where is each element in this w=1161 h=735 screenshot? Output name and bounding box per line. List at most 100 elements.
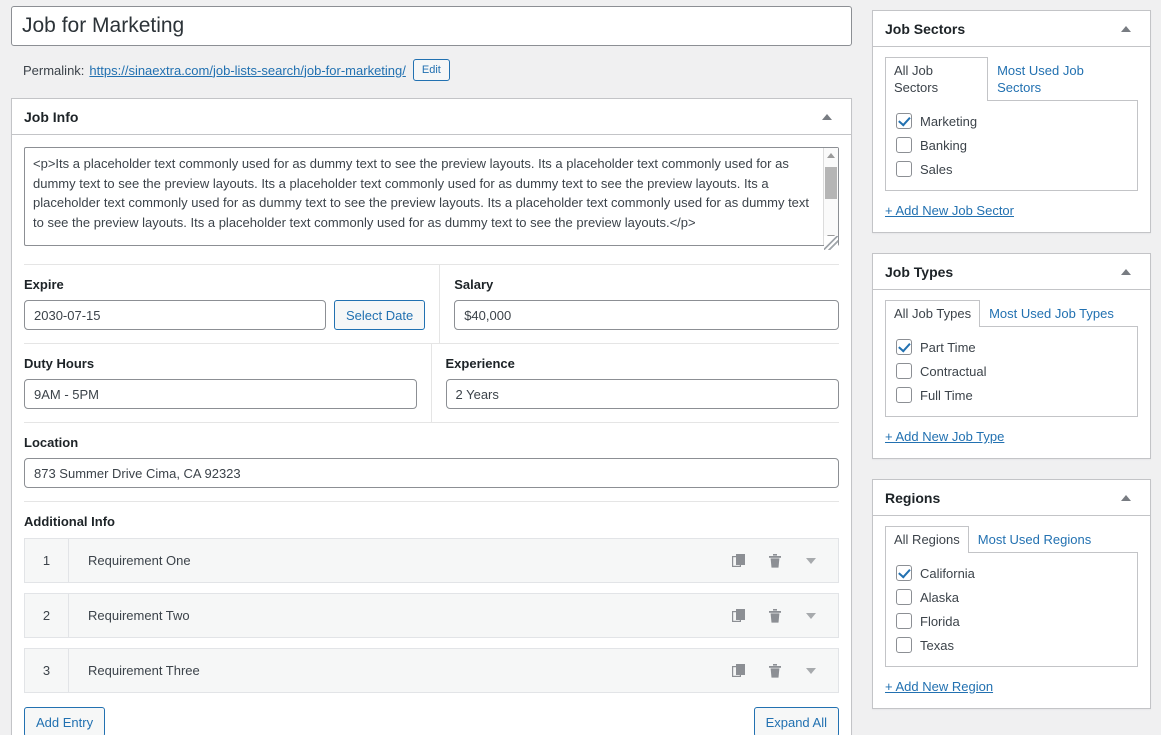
row-label: Requirement One xyxy=(88,553,191,568)
field-row-duty-experience: Duty Hours Experience xyxy=(24,343,839,422)
list-item-label: Full Time xyxy=(920,387,973,403)
list-item: Marketing xyxy=(896,109,1127,133)
list-item-label: Banking xyxy=(920,137,967,153)
salary-input[interactable] xyxy=(454,300,839,330)
row-actions xyxy=(730,662,838,680)
duplicate-icon[interactable] xyxy=(730,552,748,570)
list-item: Sales xyxy=(896,157,1127,181)
taxonomy-panel-title: Regions xyxy=(885,489,941,506)
textarea-resize-handle[interactable] xyxy=(824,236,838,250)
tab-most-used[interactable]: Most Used Regions xyxy=(969,526,1100,553)
chevron-up-icon[interactable] xyxy=(815,105,839,129)
tab-all[interactable]: All Regions xyxy=(885,526,969,553)
taxonomy-panel: Job Sectors All Job Sectors Most Used Job … xyxy=(872,10,1151,233)
tab-most-used[interactable]: Most Used Job Sectors xyxy=(988,57,1138,101)
list-item-label: California xyxy=(920,565,975,581)
experience-input[interactable] xyxy=(445,379,839,409)
scroll-up-icon[interactable] xyxy=(827,148,835,163)
chevron-down-icon[interactable] xyxy=(802,607,820,625)
taxonomy-panel-header: Regions xyxy=(873,480,1150,516)
field-experience: Experience xyxy=(432,344,839,422)
list-item: Florida xyxy=(896,609,1127,633)
trash-icon[interactable] xyxy=(766,552,784,570)
location-label: Location xyxy=(24,435,79,450)
chevron-up-icon[interactable] xyxy=(1114,260,1138,284)
checkbox[interactable] xyxy=(896,589,912,605)
taxonomy-panel-header: Job Sectors xyxy=(873,11,1150,47)
permalink-label: Permalink: xyxy=(23,62,85,78)
checkbox[interactable] xyxy=(896,565,912,581)
job-info-panel: Job Info <p>Its a placeholder text commo… xyxy=(11,98,852,735)
location-input[interactable] xyxy=(24,458,839,488)
scroll-track[interactable] xyxy=(824,163,838,230)
expire-label: Expire xyxy=(24,277,64,292)
taxonomy-panel-body: All Job Sectors Most Used Job Sectors Mark… xyxy=(873,47,1150,232)
tab-all[interactable]: All Job Sectors xyxy=(885,57,989,101)
checkbox[interactable] xyxy=(896,387,912,403)
trash-icon[interactable] xyxy=(766,607,784,625)
checkbox[interactable] xyxy=(896,137,912,153)
row-actions xyxy=(730,552,838,570)
chevron-up-icon[interactable] xyxy=(1114,17,1138,41)
tab-most-used[interactable]: Most Used Job Types xyxy=(980,300,1123,327)
checkbox[interactable] xyxy=(896,613,912,629)
list-item: California xyxy=(896,561,1127,585)
trash-icon[interactable] xyxy=(766,662,784,680)
field-salary: Salary xyxy=(440,265,839,343)
table-row[interactable]: 3 Requirement Three xyxy=(24,648,839,693)
duty-hours-input[interactable] xyxy=(24,379,417,409)
table-row[interactable]: 2 Requirement Two xyxy=(24,593,839,638)
textarea-scrollbar[interactable] xyxy=(823,148,838,245)
row-label: Requirement Two xyxy=(88,608,190,623)
taxonomy-tabs: All Job Types Most Used Job Types xyxy=(885,300,1138,327)
list-item: Full Time xyxy=(896,383,1127,407)
checkbox[interactable] xyxy=(896,161,912,177)
edit-permalink-button[interactable]: Edit xyxy=(412,59,450,81)
checkbox[interactable] xyxy=(896,339,912,355)
additional-info-rows: 1 Requirement One 2 Requirement Two 3 Require… xyxy=(24,538,839,693)
job-description-textarea[interactable]: <p>Its a placeholder text commonly used … xyxy=(24,147,839,246)
checkbox[interactable] xyxy=(896,113,912,129)
job-description-wrap: <p>Its a placeholder text commonly used … xyxy=(24,147,839,251)
scroll-thumb[interactable] xyxy=(825,167,837,199)
add-new-term-link[interactable]: + Add New Region xyxy=(885,679,993,694)
add-entry-button[interactable]: Add Entry xyxy=(24,707,106,735)
job-info-panel-body: <p>Its a placeholder text commonly used … xyxy=(12,135,851,735)
expand-all-button[interactable]: Expand All xyxy=(753,707,839,735)
taxonomy-panel-title: Job Types xyxy=(885,263,954,280)
chevron-down-icon[interactable] xyxy=(802,662,820,680)
taxonomy-checklist: California Alaska Florida Texas xyxy=(885,552,1138,667)
checkbox[interactable] xyxy=(896,363,912,379)
duplicate-icon[interactable] xyxy=(730,607,748,625)
list-item: Texas xyxy=(896,633,1127,657)
taxonomy-panel: Regions All Regions Most Used Regions Calif… xyxy=(872,479,1151,709)
row-label: Requirement Three xyxy=(88,663,200,678)
permalink-row: Permalink: https://sinaextra.com/job-lis… xyxy=(23,57,852,83)
taxonomy-panel: Job Types All Job Types Most Used Job Type… xyxy=(872,253,1151,459)
post-title-input[interactable] xyxy=(11,6,852,46)
salary-label: Salary xyxy=(454,277,494,292)
tab-all[interactable]: All Job Types xyxy=(885,300,981,327)
taxonomy-tabs: All Job Sectors Most Used Job Sectors xyxy=(885,57,1138,101)
duty-hours-label: Duty Hours xyxy=(24,356,95,371)
add-new-term-link[interactable]: + Add New Job Type xyxy=(885,429,1004,444)
job-field-grid: Expire Select Date Salary xyxy=(24,264,839,735)
permalink-link[interactable]: https://sinaextra.com/job-lists-search/j… xyxy=(89,63,405,78)
duplicate-icon[interactable] xyxy=(730,662,748,680)
list-item: Banking xyxy=(896,133,1127,157)
add-new-term-link[interactable]: + Add New Job Sector xyxy=(885,203,1014,218)
post-title-wrap xyxy=(11,6,852,46)
taxonomy-panel-body: All Regions Most Used Regions California Al… xyxy=(873,516,1150,708)
table-row[interactable]: 1 Requirement One xyxy=(24,538,839,583)
experience-label: Experience xyxy=(445,356,515,371)
expire-input[interactable] xyxy=(24,300,326,330)
list-item-label: Part Time xyxy=(920,339,976,355)
select-date-button[interactable]: Select Date xyxy=(334,300,426,330)
chevron-down-icon[interactable] xyxy=(802,552,820,570)
checkbox[interactable] xyxy=(896,637,912,653)
chevron-up-icon[interactable] xyxy=(1114,486,1138,510)
row-index: 3 xyxy=(25,649,69,692)
main-column: Permalink: https://sinaextra.com/job-lis… xyxy=(11,6,852,735)
list-item: Alaska xyxy=(896,585,1127,609)
taxonomy-checklist: Part Time Contractual Full Time xyxy=(885,326,1138,417)
